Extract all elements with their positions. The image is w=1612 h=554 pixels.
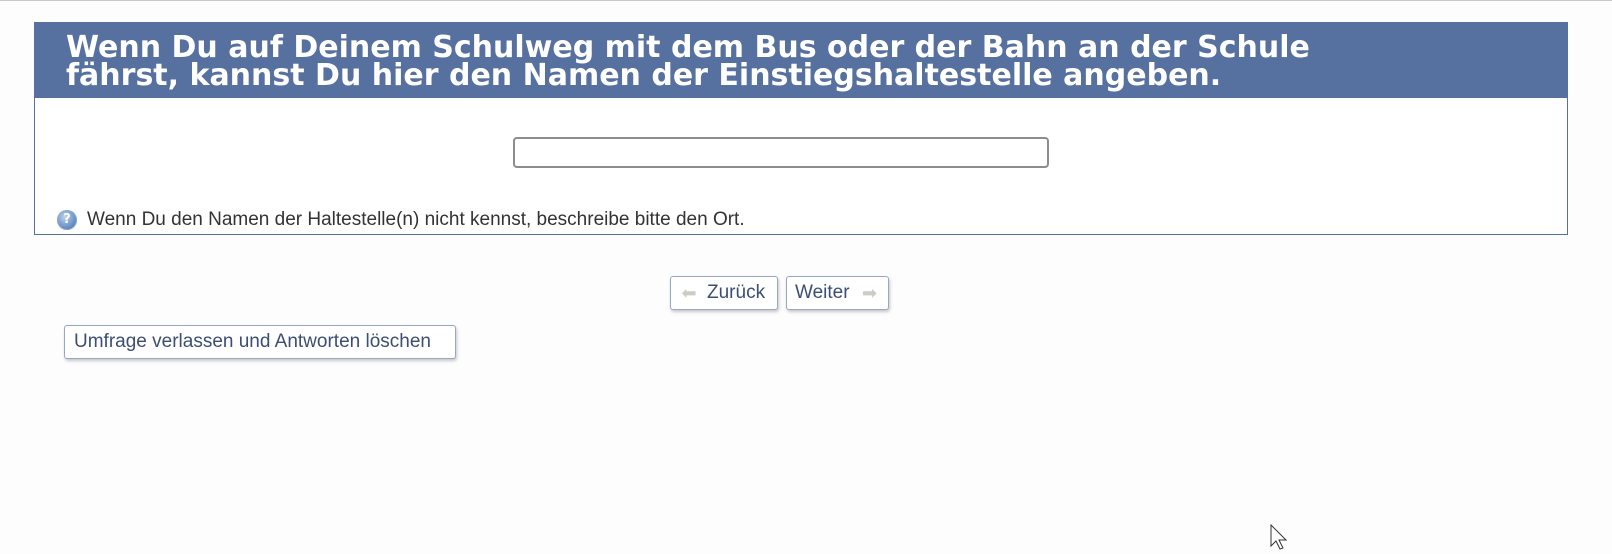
mouse-cursor-icon [1270, 524, 1288, 550]
arrow-right-icon: ➡ [862, 283, 878, 303]
exit-survey-button-label: Umfrage verlassen und Antworten löschen [74, 331, 431, 352]
next-button-label: Weiter [795, 282, 850, 303]
question-container: Wenn Du auf Deinem Schulweg mit dem Bus … [34, 22, 1568, 235]
next-button[interactable]: Weiter ➡ [786, 276, 889, 310]
question-help: ? Wenn Du den Namen der Haltestelle(n) n… [57, 209, 745, 231]
question-title: Wenn Du auf Deinem Schulweg mit dem Bus … [66, 33, 1536, 93]
question-header: Wenn Du auf Deinem Schulweg mit dem Bus … [35, 23, 1567, 98]
previous-button[interactable]: ⬅ Zurück [670, 276, 778, 310]
arrow-left-icon: ⬅ [681, 283, 697, 303]
help-text: Wenn Du den Namen der Haltestelle(n) nic… [87, 209, 745, 230]
top-divider [0, 0, 1612, 1]
previous-button-label: Zurück [707, 282, 766, 303]
question-help-icon: ? [57, 210, 77, 230]
bus-stop-answer-input[interactable] [513, 137, 1049, 168]
exit-survey-button[interactable]: Umfrage verlassen und Antworten löschen [64, 325, 456, 359]
question-title-line2: fährst, kannst Du hier den Namen der Ein… [66, 58, 1222, 93]
